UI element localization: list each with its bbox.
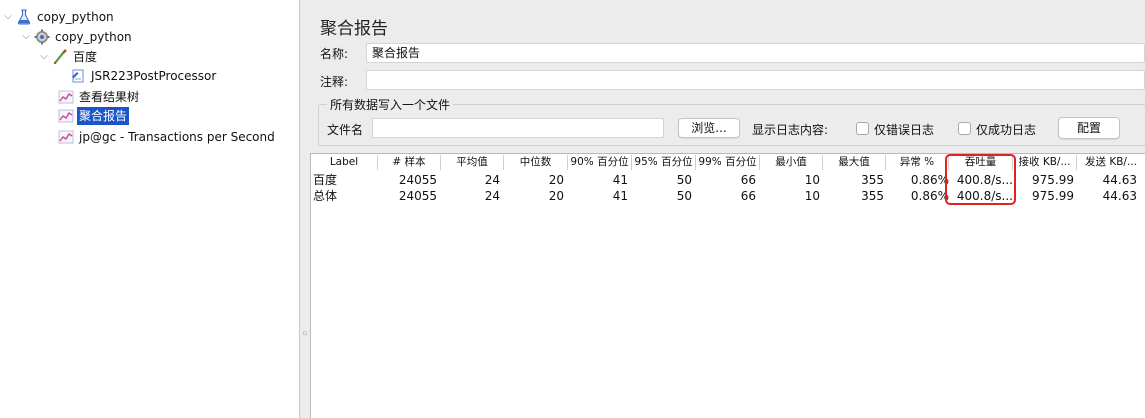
cell-p99: 66 — [740, 173, 756, 187]
tree-node-label: copy_python — [37, 10, 114, 24]
tree-node-http-sampler[interactable]: ⌵ 百度 — [38, 48, 99, 66]
cell-max: 355 — [861, 173, 884, 187]
column-header-min[interactable]: 最小值 — [760, 155, 823, 170]
cell-p95: 50 — [676, 189, 692, 203]
cell-p90: 41 — [612, 173, 628, 187]
column-header-label[interactable]: Label — [311, 155, 378, 170]
tree-node-post-processor[interactable]: JSR223PostProcessor — [70, 67, 218, 85]
cell-samples: 24055 — [398, 173, 437, 187]
graph-icon — [58, 130, 74, 144]
cell-error-rate: 0.86% — [910, 173, 949, 187]
success-only-checkbox[interactable] — [958, 122, 971, 135]
throughput-highlight-box — [945, 154, 1016, 205]
tree-node-aggregate-report[interactable]: 聚合报告 — [58, 107, 130, 125]
tree-node-label: copy_python — [55, 30, 132, 44]
column-header-sent-kb[interactable]: 发送 KB/... — [1077, 155, 1145, 170]
cell-p95: 50 — [676, 173, 692, 187]
cell-median: 20 — [548, 173, 564, 187]
comment-field[interactable] — [366, 70, 1145, 90]
name-field[interactable]: 聚合报告 — [366, 43, 1145, 63]
cell-max: 355 — [861, 189, 884, 203]
browse-button[interactable]: 浏览... — [678, 118, 740, 138]
log-content-label: 显示日志内容: — [752, 123, 829, 137]
column-header-max[interactable]: 最大值 — [823, 155, 886, 170]
collapse-chevron-icon[interactable]: ⌵ — [20, 28, 32, 46]
tree-node-label: jp@gc - Transactions per Second — [79, 130, 275, 144]
cell-median: 20 — [548, 189, 564, 203]
table-row[interactable]: 百度 24055 24 20 41 50 66 10 355 0.86% 400… — [311, 173, 1145, 188]
cell-average: 24 — [484, 173, 500, 187]
table-row[interactable]: 总体 24055 24 20 41 50 66 10 355 0.86% 400… — [311, 189, 1145, 204]
column-header-median[interactable]: 中位数 — [504, 155, 568, 170]
tree-node-test-plan[interactable]: ⌵ copy_python — [2, 8, 116, 26]
errors-only-label[interactable]: 仅错误日志 — [874, 121, 934, 138]
gear-icon — [34, 29, 50, 45]
pipette-icon — [53, 49, 67, 65]
drag-grip-icon: ▫ — [302, 329, 308, 337]
cell-label: 百度 — [313, 173, 338, 187]
column-header-p99[interactable]: 99% 百分位 — [696, 155, 760, 170]
file-name-label: 文件名 — [327, 123, 364, 137]
page-title: 聚合报告 — [320, 19, 388, 39]
flask-icon — [17, 9, 31, 25]
column-header-average[interactable]: 平均值 — [441, 155, 504, 170]
tree-node-label: 查看结果树 — [79, 90, 140, 104]
cell-p90: 41 — [612, 189, 628, 203]
column-header-p90[interactable]: 90% 百分位 — [568, 155, 632, 170]
split-pane-divider[interactable]: ▫ — [300, 0, 310, 418]
tree-node-tps-listener[interactable]: jp@gc - Transactions per Second — [58, 128, 277, 146]
column-header-received-kb[interactable]: 接收 KB/... — [1013, 155, 1077, 170]
script-icon — [72, 69, 84, 83]
tree-node-label: JSR223PostProcessor — [91, 69, 217, 83]
column-header-samples[interactable]: # 样本 — [378, 155, 441, 170]
graph-icon — [58, 90, 74, 104]
file-name-field[interactable] — [372, 118, 664, 138]
configure-button[interactable]: 配置 — [1058, 117, 1120, 139]
cell-received-kb: 975.99 — [1032, 189, 1074, 203]
tree-node-label: 百度 — [73, 50, 98, 64]
success-only-label[interactable]: 仅成功日志 — [976, 121, 1036, 138]
tree-node-label: 聚合报告 — [77, 107, 130, 125]
aggregate-results-table[interactable]: Label # 样本 平均值 中位数 90% 百分位 95% 百分位 99% 百… — [310, 153, 1145, 418]
collapse-chevron-icon[interactable]: ⌵ — [38, 48, 50, 66]
graph-icon — [58, 109, 74, 123]
cell-received-kb: 975.99 — [1032, 173, 1074, 187]
cell-sent-kb: 44.63 — [1102, 189, 1137, 203]
tree-node-thread-group[interactable]: ⌵ copy_python — [20, 28, 134, 46]
cell-sent-kb: 44.63 — [1102, 173, 1137, 187]
cell-error-rate: 0.86% — [910, 189, 949, 203]
name-label: 名称: — [320, 47, 349, 61]
tree-node-view-results-tree[interactable]: 查看结果树 — [58, 88, 141, 106]
collapse-chevron-icon[interactable]: ⌵ — [2, 8, 14, 26]
cell-min: 10 — [804, 189, 820, 203]
cell-label: 总体 — [313, 189, 338, 203]
column-header-error-rate[interactable]: 异常 % — [886, 155, 949, 170]
cell-min: 10 — [804, 173, 820, 187]
cell-average: 24 — [484, 189, 500, 203]
aggregate-report-panel: 聚合报告 名称: 聚合报告 注释: 所有数据写入一个文件 文件名 浏览... 显… — [310, 0, 1145, 418]
cell-p99: 66 — [740, 189, 756, 203]
column-header-p95[interactable]: 95% 百分位 — [632, 155, 696, 170]
group-title: 所有数据写入一个文件 — [327, 96, 454, 113]
test-plan-tree[interactable]: ⌵ copy_python ⌵ copy_python ⌵ 百度 JSR223P… — [0, 0, 300, 418]
errors-only-checkbox[interactable] — [856, 122, 869, 135]
cell-samples: 24055 — [398, 189, 437, 203]
comment-label: 注释: — [320, 75, 349, 89]
